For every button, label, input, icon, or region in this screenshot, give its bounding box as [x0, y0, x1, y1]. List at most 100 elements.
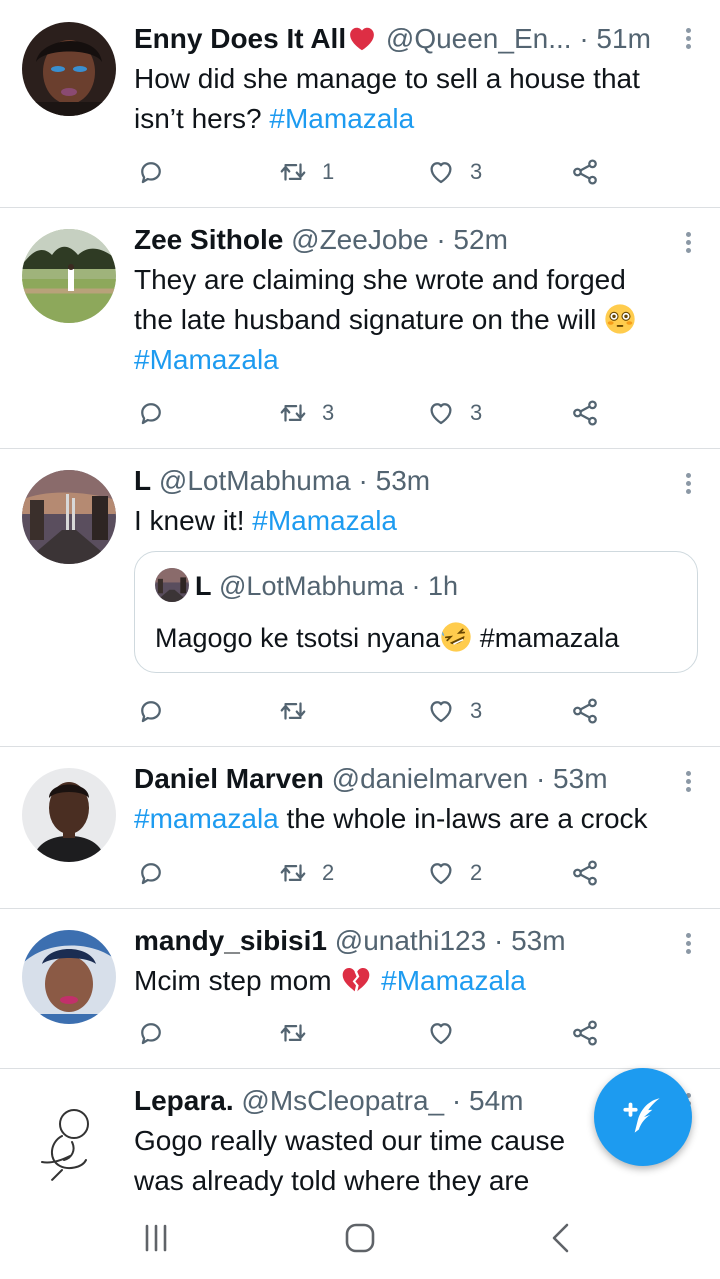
handle-and-time[interactable]: @LotMabhuma · 53m	[159, 465, 430, 496]
tweet-header: Daniel Marven @danielmarven · 53m	[134, 759, 672, 799]
more-vertical-icon[interactable]	[686, 470, 694, 497]
system-navigation-bar	[0, 1200, 720, 1279]
share-icon	[570, 157, 600, 187]
share-button[interactable]	[570, 152, 600, 192]
more-vertical-icon[interactable]	[686, 768, 694, 795]
retweet-button[interactable]: 2	[278, 853, 334, 893]
share-button[interactable]	[570, 393, 600, 433]
display-name[interactable]: mandy_sibisi1	[134, 925, 327, 956]
avatar[interactable]	[22, 470, 116, 564]
quoted-tweet[interactable]: L @LotMabhuma · 1h Magogo ke tsotsi nyan…	[134, 551, 698, 673]
heart-icon	[426, 858, 456, 888]
hashtag-link[interactable]: #Mamazala	[252, 505, 397, 536]
tweet-header: mandy_sibisi1 @unathi123 · 53m	[134, 921, 672, 961]
tweet-card[interactable]: Enny Does It All @Queen_En... · 51m How …	[0, 0, 720, 208]
tweet-card[interactable]: Zee Sithole @ZeeJobe · 52m They are clai…	[0, 207, 720, 449]
retweet-button[interactable]: 1	[278, 152, 334, 192]
reply-icon	[136, 696, 166, 726]
heart-icon	[426, 157, 456, 187]
share-button[interactable]	[570, 691, 600, 731]
retweet-icon	[278, 858, 308, 888]
like-button[interactable]: 3	[426, 393, 482, 433]
broken-heart-emoji	[339, 964, 373, 996]
like-button[interactable]: 3	[426, 152, 482, 192]
tweet-text: How did she manage to sell a house that …	[134, 63, 640, 134]
more-vertical-icon[interactable]	[686, 930, 694, 957]
share-button[interactable]	[570, 1013, 600, 1053]
red-heart-icon	[346, 24, 378, 54]
display-name[interactable]: L	[134, 465, 151, 496]
handle-and-time[interactable]: @MsCleopatra_ · 54m	[241, 1085, 523, 1116]
reply-button[interactable]	[136, 853, 166, 893]
like-button[interactable]: 3	[426, 691, 482, 731]
more-vertical-icon[interactable]	[686, 25, 694, 52]
like-count: 2	[470, 860, 483, 885]
retweet-count: 2	[322, 860, 335, 885]
reply-button[interactable]	[136, 1013, 166, 1053]
avatar[interactable]	[22, 930, 116, 1024]
tweet-text: They are claiming she wrote and forged t…	[134, 260, 690, 380]
hashtag-link[interactable]: #Mamazala	[134, 344, 279, 375]
reply-button[interactable]	[136, 691, 166, 731]
back-icon	[552, 1223, 569, 1253]
more-vertical-icon[interactable]	[686, 229, 694, 256]
home-icon	[345, 1223, 375, 1253]
avatar[interactable]	[22, 768, 116, 862]
tweet-actions: 3 3	[134, 393, 614, 433]
quoted-tweet-text: Magogo ke tsotsi nyana #mamazala	[155, 618, 619, 658]
hashtag-link[interactable]: #Mamazala	[269, 103, 414, 134]
retweet-icon	[278, 398, 308, 428]
hashtag-link[interactable]: #mamazala	[134, 803, 279, 834]
share-button[interactable]	[570, 853, 600, 893]
tweet-actions: 3	[134, 691, 614, 731]
display-name[interactable]: Zee Sithole	[134, 224, 283, 255]
hashtag-link[interactable]: #Mamazala	[381, 965, 526, 996]
display-name[interactable]: Enny Does It All	[134, 23, 346, 54]
tweet-header: Lepara. @MsCleopatra_ · 54m	[134, 1081, 672, 1121]
handle-and-time[interactable]: @Queen_En... · 51m	[386, 23, 651, 54]
flushed-face-emoji	[604, 303, 636, 335]
handle-and-time[interactable]: @unathi123 · 53m	[335, 925, 566, 956]
avatar[interactable]	[22, 229, 116, 323]
recents-icon	[145, 1224, 167, 1252]
tweet-card[interactable]: mandy_sibisi1 @unathi123 · 53m Mcim step…	[0, 908, 720, 1069]
heart-icon	[426, 398, 456, 428]
home-button[interactable]	[340, 1218, 380, 1258]
quoted-tweet-header: L @LotMabhuma · 1h	[155, 566, 458, 606]
quoted-handle-and-time: @LotMabhuma · 1h	[219, 571, 459, 601]
tweet-header: Enny Does It All @Queen_En... · 51m	[134, 19, 672, 59]
retweet-count: 1	[322, 159, 335, 184]
tweet-card[interactable]: L @LotMabhuma · 53m I knew it! #Mamazala…	[0, 448, 720, 747]
avatar[interactable]	[22, 1090, 116, 1184]
display-name[interactable]: Daniel Marven	[134, 763, 324, 794]
reply-button[interactable]	[136, 393, 166, 433]
reply-icon	[136, 157, 166, 187]
share-icon	[570, 696, 600, 726]
like-count: 3	[470, 400, 483, 425]
share-icon	[570, 1018, 600, 1048]
tweet-actions	[134, 1013, 614, 1053]
tweet-text: #mamazala the whole in-laws are a crock	[134, 803, 648, 834]
tweet-actions: 1 3	[134, 152, 614, 192]
retweet-button[interactable]	[278, 691, 322, 731]
handle-and-time[interactable]: @ZeeJobe · 52m	[291, 224, 508, 255]
retweet-count: 3	[322, 400, 335, 425]
reply-icon	[136, 858, 166, 888]
retweet-button[interactable]	[278, 1013, 322, 1053]
quoted-display-name: L	[195, 571, 212, 601]
avatar[interactable]	[22, 22, 116, 116]
retweet-button[interactable]: 3	[278, 393, 334, 433]
display-name[interactable]: Lepara.	[134, 1085, 234, 1116]
handle-and-time[interactable]: @danielmarven · 53m	[332, 763, 608, 794]
like-button[interactable]	[426, 1013, 470, 1053]
tweet-text: Mcim step mom #Mamazala	[134, 964, 526, 996]
tweet-card[interactable]: Daniel Marven @danielmarven · 53m #mamaz…	[0, 746, 720, 909]
back-button[interactable]	[542, 1218, 582, 1258]
like-button[interactable]: 2	[426, 853, 482, 893]
recents-button[interactable]	[136, 1218, 176, 1258]
rolling-laughing-emoji	[440, 621, 472, 653]
compose-tweet-button[interactable]	[594, 1068, 692, 1166]
reply-button[interactable]	[136, 152, 166, 192]
reply-icon	[136, 398, 166, 428]
like-count: 3	[470, 159, 483, 184]
